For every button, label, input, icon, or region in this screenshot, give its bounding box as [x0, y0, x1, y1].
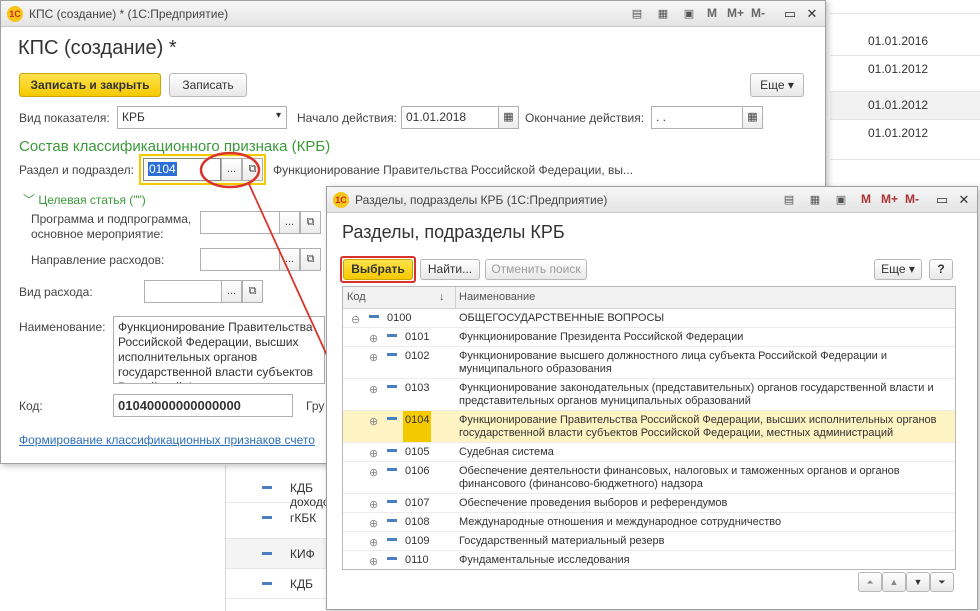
row-name: Функционирование Правительства Российско… [459, 414, 937, 439]
calculator-icon[interactable]: ▦ [807, 192, 823, 208]
expand-icon[interactable]: ⊕ [369, 466, 378, 479]
table-row[interactable]: ⊕ 0107 Обеспечение проведения выборов и … [343, 494, 955, 513]
collapse-icon[interactable]: ⊖ [351, 313, 360, 326]
help-button[interactable]: ? [929, 259, 953, 280]
more-label: Еще [881, 262, 906, 276]
page-title: Разделы, подразделы КРБ [342, 222, 565, 242]
row-code: 0102 [405, 350, 430, 362]
expand-icon[interactable]: ⊕ [369, 351, 378, 364]
sort-arrow-icon: ↓ [439, 291, 445, 303]
title-bar: 1С Разделы, подразделы КРБ (1С:Предприят… [327, 187, 977, 213]
row-code: 0103 [405, 382, 430, 394]
memory-minus-icon[interactable]: M- [905, 192, 919, 206]
column-divider [455, 287, 456, 309]
column-code-header[interactable]: Код [347, 291, 366, 303]
expand-icon[interactable]: ⊕ [369, 415, 378, 428]
table-header: Код ↓ Наименование [343, 287, 955, 309]
item-icon [387, 557, 397, 560]
table-row[interactable]: ⊕ 0105 Судебная система [343, 443, 955, 462]
row-code: 0107 [405, 497, 430, 509]
memory-m-icon[interactable]: M [861, 192, 871, 206]
item-icon [369, 315, 379, 318]
row-name: Международные отношения и международное … [459, 516, 782, 528]
row-name: Судебная система [459, 446, 554, 458]
sections-table[interactable]: Код ↓ Наименование ⊖ 0100 ОБЩЕГОСУДАРСТВ… [342, 286, 956, 570]
scroll-to-top-icon[interactable]: ⏶ [858, 572, 882, 592]
expand-icon[interactable]: ⊕ [369, 383, 378, 396]
row-name: Функционирование законодательных (предст… [459, 382, 934, 407]
table-row[interactable]: ⊕ 0106 Обеспечение деятельности финансов… [343, 462, 955, 494]
row-name: ОБЩЕГОСУДАРСТВЕННЫЕ ВОПРОСЫ [459, 312, 665, 324]
item-icon [387, 385, 397, 388]
column-name-header[interactable]: Наименование [459, 291, 535, 303]
item-icon [387, 449, 397, 452]
item-icon [387, 417, 397, 420]
row-code: 0106 [405, 465, 430, 477]
row-code: 0101 [405, 331, 430, 343]
calendar-icon[interactable]: ▣ [833, 192, 849, 208]
table-row[interactable]: ⊕ 0102 Функционирование высшего должност… [343, 347, 955, 379]
table-row-selected[interactable]: ⊕ 0104 Функционирование Правительства Ро… [343, 411, 955, 443]
window-title: Разделы, подразделы КРБ (1С:Предприятие) [355, 193, 608, 207]
scroll-to-bottom-icon[interactable]: ⏷ [930, 572, 954, 592]
row-name: Функционирование высшего должностного ли… [459, 350, 888, 375]
item-icon [387, 334, 397, 337]
find-button[interactable]: Найти... [420, 259, 480, 280]
expand-icon[interactable]: ⊕ [369, 447, 378, 460]
table-row[interactable]: ⊖ 0100 ОБЩЕГОСУДАРСТВЕННЫЕ ВОПРОСЫ [343, 309, 955, 328]
cancel-search-button[interactable]: Отменить поиск [485, 259, 587, 280]
row-name: Функционирование Президента Российской Ф… [459, 331, 744, 343]
table-row[interactable]: ⊕ 0101 Функционирование Президента Росси… [343, 328, 955, 347]
highlight-circle [199, 151, 261, 189]
print-icon[interactable]: ▤ [781, 192, 797, 208]
table-row[interactable]: ⊕ 0108 Международные отношения и междуна… [343, 513, 955, 532]
item-icon [387, 500, 397, 503]
close-icon[interactable]: ✕ [955, 191, 973, 209]
expand-icon[interactable]: ⊕ [369, 536, 378, 549]
select-button[interactable]: Выбрать [343, 259, 413, 280]
item-icon [387, 353, 397, 356]
expand-icon[interactable]: ⊕ [369, 517, 378, 530]
row-code: 0108 [405, 516, 430, 528]
item-icon [387, 519, 397, 522]
table-row[interactable]: ⊕ 0103 Функционирование законодательных … [343, 379, 955, 411]
item-icon [387, 538, 397, 541]
table-row[interactable]: ⊕ 0109 Государственный материальный резе… [343, 532, 955, 551]
row-code: 0110 [405, 554, 429, 566]
scroll-up-icon[interactable]: ▲ [882, 572, 906, 592]
expand-icon[interactable]: ⊕ [369, 555, 378, 568]
1c-logo-icon: 1С [333, 192, 349, 208]
row-name: Обеспечение проведения выборов и референ… [459, 497, 728, 509]
row-name: Фундаментальные исследования [459, 554, 630, 566]
row-code: 0100 [387, 312, 412, 324]
minimize-icon[interactable]: ▭ [933, 191, 951, 209]
item-icon [387, 468, 397, 471]
row-code: 0109 [405, 535, 430, 547]
table-row[interactable]: ⊕ 0110 Фундаментальные исследования [343, 551, 955, 569]
row-code: 0105 [405, 446, 430, 458]
more-button[interactable]: Еще ▾ [874, 259, 922, 280]
memory-plus-icon[interactable]: M+ [881, 192, 898, 206]
scroll-down-icon[interactable]: ▼ [906, 572, 930, 592]
expand-icon[interactable]: ⊕ [369, 498, 378, 511]
row-name: Обеспечение деятельности финансовых, нал… [459, 465, 900, 490]
expand-icon[interactable]: ⊕ [369, 332, 378, 345]
row-code: 0104 [403, 411, 432, 442]
row-name: Государственный материальный резерв [459, 535, 665, 547]
